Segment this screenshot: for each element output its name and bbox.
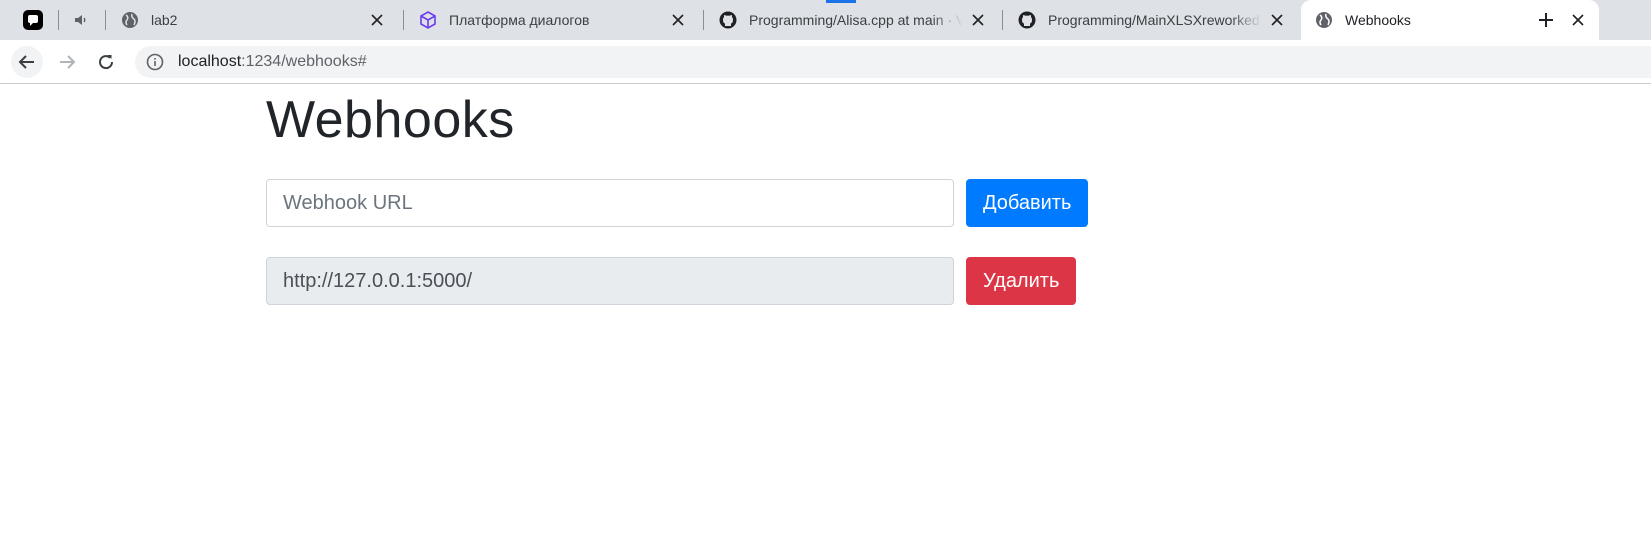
cube-icon xyxy=(419,11,437,29)
back-button[interactable] xyxy=(11,46,43,78)
pinned-tab-muted[interactable] xyxy=(66,0,96,40)
tab-divider xyxy=(58,10,59,30)
webhook-url-field[interactable] xyxy=(266,257,954,305)
tab-title: Платформа диалогов xyxy=(449,12,590,28)
url-path: :1234/webhooks# xyxy=(241,53,367,70)
chat-app-icon xyxy=(23,10,43,30)
address-url[interactable]: localhost:1234/webhooks# xyxy=(178,53,367,71)
info-icon[interactable] xyxy=(146,53,164,71)
tab-divider xyxy=(403,10,404,30)
plus-icon xyxy=(1539,13,1553,27)
address-bar[interactable]: localhost:1234/webhooks# xyxy=(135,46,1651,78)
github-icon xyxy=(1018,11,1036,29)
close-icon[interactable] xyxy=(368,11,386,29)
tab-alisa-cpp[interactable]: Programming/Alisa.cpp at main · Vasilev-… xyxy=(705,0,999,40)
tab-divider xyxy=(105,10,106,30)
globe-icon xyxy=(121,11,139,29)
tab-strip: lab2 Платформа диалогов Programming/Alis… xyxy=(0,0,1651,40)
pinned-tab-chat[interactable] xyxy=(18,0,48,40)
webhook-url-input[interactable] xyxy=(266,179,954,227)
tab-dialogs-platform[interactable]: Платформа диалогов xyxy=(405,0,699,40)
page-title: Webhooks xyxy=(266,91,515,149)
tab-mainxlsx-cpp[interactable]: Programming/MainXLSXreworked.cpp at main… xyxy=(1004,0,1298,40)
close-icon[interactable] xyxy=(969,11,987,29)
reload-icon xyxy=(99,55,114,70)
tab-title: lab2 xyxy=(151,12,178,28)
tab-lab2[interactable]: lab2 xyxy=(107,0,398,40)
globe-icon xyxy=(1315,11,1333,29)
arrow-left-icon xyxy=(18,55,34,69)
delete-button[interactable]: Удалить xyxy=(966,257,1077,305)
reload-button[interactable] xyxy=(90,46,122,78)
arrow-right-icon xyxy=(60,55,76,69)
close-icon[interactable] xyxy=(1569,11,1587,29)
close-icon[interactable] xyxy=(669,11,687,29)
browser-toolbar: localhost:1234/webhooks# xyxy=(0,40,1651,84)
add-button[interactable]: Добавить xyxy=(966,179,1089,227)
tab-title: Programming/MainXLSXreworked.cpp at main… xyxy=(1048,12,1262,28)
github-icon xyxy=(719,11,737,29)
url-host: localhost xyxy=(178,53,242,70)
tab-title: Webhooks xyxy=(1345,12,1411,28)
tab-title: Programming/Alisa.cpp at main · Vasilev-… xyxy=(749,12,963,28)
new-tab-button[interactable] xyxy=(1532,6,1560,34)
close-icon[interactable] xyxy=(1268,11,1286,29)
forward-button[interactable] xyxy=(51,46,83,78)
tab-divider xyxy=(1002,10,1003,30)
speaker-icon xyxy=(75,15,86,25)
tab-divider xyxy=(703,10,704,30)
tab-media-indicator xyxy=(826,0,856,3)
